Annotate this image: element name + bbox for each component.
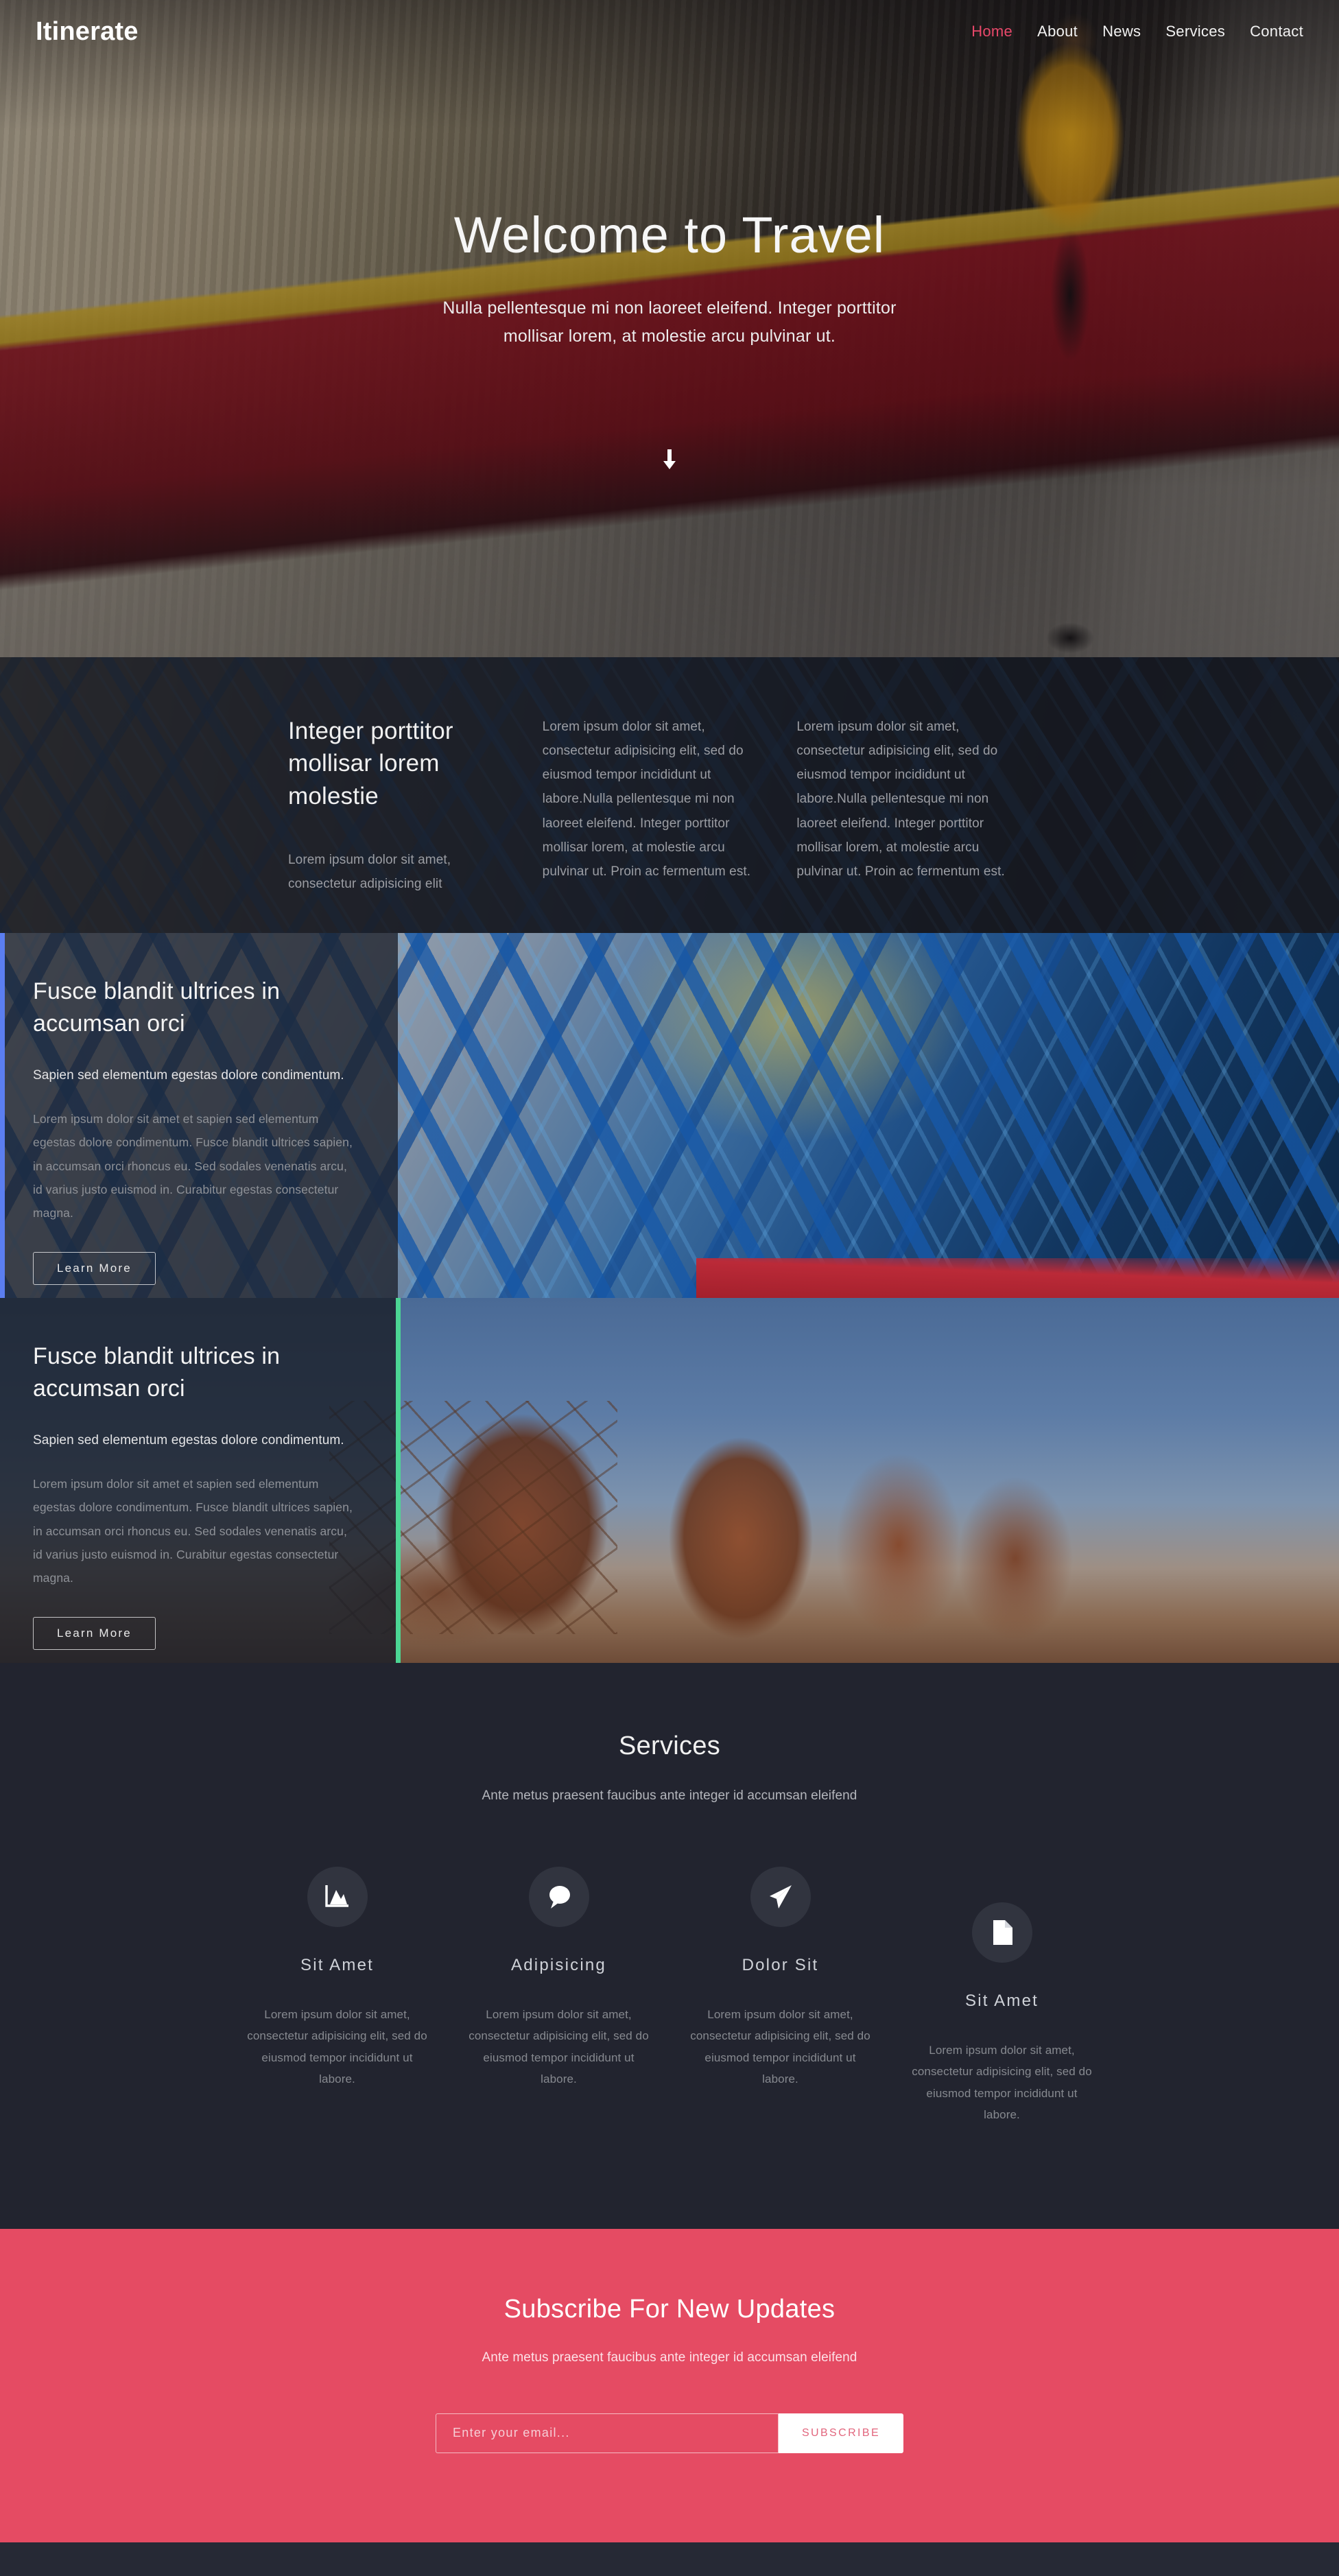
arrow-down-icon (663, 449, 676, 469)
feature-one-image-area (398, 933, 1339, 1298)
service-description: Lorem ipsum dolor sit amet, consectetur … (912, 2044, 1092, 2122)
service-card[interactable]: Sit Amet Lorem ipsum dolor sit amet, con… (226, 1867, 448, 2090)
nav-item-services[interactable]: Services (1165, 23, 1225, 40)
service-name: Sit Amet (965, 1992, 1039, 2010)
subscribe-title: Subscribe For New Updates (503, 2294, 836, 2324)
feature-one-accent-bar (0, 933, 5, 1298)
intro-paragraph-three: Lorem ipsum dolor sit amet, consectetur … (796, 720, 1005, 879)
subscribe-button[interactable]: SUBSCRIBE (778, 2413, 904, 2453)
service-name: Adipisicing (511, 1956, 606, 1974)
feature-one-learn-more-button[interactable]: Learn More (33, 1251, 156, 1285)
service-icon-wrapper (307, 1867, 368, 1927)
feature-two-learn-more-button[interactable]: Learn More (33, 1616, 156, 1650)
chart-mountain-icon (324, 1885, 348, 1907)
service-description: Lorem ipsum dolor sit amet, consectetur … (247, 2008, 427, 2086)
hero-title: Welcome to Travel (453, 206, 886, 263)
service-name: Sit Amet (300, 1956, 374, 1974)
service-description: Lorem ipsum dolor sit amet, consectetur … (690, 2008, 870, 2086)
service-card[interactable]: Adipisicing Lorem ipsum dolor sit amet, … (448, 1867, 670, 2090)
feature-two-heading: Fusce blandit ultrices in accumsan orci (33, 1343, 281, 1402)
service-name: Dolor Sit (742, 1956, 819, 1974)
service-card[interactable]: Sit Amet Lorem ipsum dolor sit amet, con… (891, 1867, 1113, 2126)
service-description: Lorem ipsum dolor sit amet, consectetur … (469, 2008, 649, 2086)
intro-column-three: Lorem ipsum dolor sit amet, consectetur … (796, 715, 1051, 896)
main-navigation: Home About News Services Contact (971, 23, 1303, 40)
feature-one-lead: Sapien sed elementum egestas dolore cond… (33, 1067, 344, 1083)
intro-column-heading: Integer porttitor mollisar lorem molesti… (288, 715, 543, 896)
services-subtitle: Ante metus praesent faucibus ante intege… (482, 1788, 857, 1803)
subscribe-section: Subscribe For New Updates Ante metus pra… (0, 2228, 1339, 2542)
hero-section: Itinerate Home About News Services Conta… (0, 0, 1339, 657)
hero-content: Welcome to Travel Nulla pellentesque mi … (0, 206, 1339, 351)
nav-item-news[interactable]: News (1102, 23, 1141, 40)
nav-item-home[interactable]: Home (971, 23, 1012, 40)
feature-one-body: Lorem ipsum dolor sit amet et sapien sed… (33, 1112, 353, 1220)
services-section: Services Ante metus praesent faucibus an… (0, 1663, 1339, 2229)
landing-page: Itinerate Home About News Services Conta… (0, 0, 1339, 2576)
feature-section-two: Fusce blandit ultrices in accumsan orci … (0, 1298, 1339, 1663)
email-input[interactable] (435, 2413, 779, 2453)
nav-item-about[interactable]: About (1037, 23, 1078, 40)
subscribe-subtitle: Ante metus praesent faucibus ante intege… (482, 2350, 857, 2365)
site-header: Itinerate Home About News Services Conta… (0, 0, 1339, 63)
intro-lead: Lorem ipsum dolor sit amet, consectetur … (288, 852, 451, 891)
service-icon-wrapper (971, 1902, 1032, 1963)
intro-heading: Integer porttitor mollisar lorem molesti… (288, 718, 453, 810)
feature-section-one: Fusce blandit ultrices in accumsan orci … (0, 933, 1339, 1298)
brand-logo[interactable]: Itinerate (36, 17, 139, 47)
feature-one-text-panel: Fusce blandit ultrices in accumsan orci … (0, 933, 398, 1298)
document-page-icon (993, 1920, 1012, 1945)
feature-two-body: Lorem ipsum dolor sit amet et sapien sed… (33, 1477, 353, 1585)
site-footer (0, 2542, 1339, 2576)
service-card[interactable]: Dolor Sit Lorem ipsum dolor sit amet, co… (670, 1867, 891, 2090)
intro-column-two: Lorem ipsum dolor sit amet, consectetur … (543, 715, 797, 896)
intro-section: Integer porttitor mollisar lorem molesti… (0, 657, 1339, 933)
services-grid: Sit Amet Lorem ipsum dolor sit amet, con… (0, 1867, 1339, 2126)
service-icon-wrapper (528, 1867, 589, 1927)
chat-bubble-icon (549, 1886, 570, 1909)
hero-subtitle: Nulla pellentesque mi non laoreet eleife… (442, 298, 897, 346)
nav-item-contact[interactable]: Contact (1250, 23, 1303, 40)
paper-plane-icon (769, 1885, 792, 1909)
feature-two-lead: Sapien sed elementum egestas dolore cond… (33, 1432, 344, 1447)
intro-paragraph-two: Lorem ipsum dolor sit amet, consectetur … (542, 720, 751, 879)
feature-two-accent-bar (396, 1298, 401, 1663)
service-icon-wrapper (750, 1867, 811, 1927)
services-title: Services (618, 1732, 721, 1760)
feature-one-heading: Fusce blandit ultrices in accumsan orci (33, 978, 281, 1037)
feature-two-image-area (398, 1298, 1339, 1663)
subscribe-form: SUBSCRIBE (0, 2413, 1339, 2453)
feature-two-text-panel: Fusce blandit ultrices in accumsan orci … (0, 1298, 398, 1663)
scroll-down-button[interactable] (0, 449, 1339, 475)
